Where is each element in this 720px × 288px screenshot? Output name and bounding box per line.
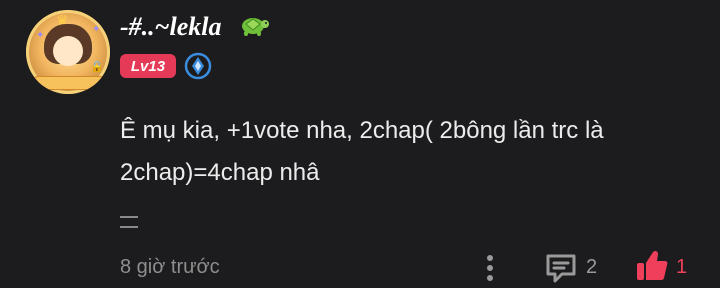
username[interactable]: -#..~lekla (120, 12, 221, 42)
level-badge: Lv13 (120, 54, 176, 78)
like-thumbs-up-icon[interactable] (634, 248, 670, 284)
more-options-icon[interactable] (482, 252, 498, 284)
reply-comment-icon[interactable] (544, 252, 578, 284)
like-count: 1 (676, 256, 688, 278)
comment-timestamp: 8 giờ trước (120, 256, 220, 278)
avatar-frame-band (32, 76, 106, 90)
lock-icon: 🔒 (90, 61, 104, 73)
sparkle-icon: ✦ (36, 30, 45, 41)
avatar-image: ♛ ✦ ✦ 🔒 (26, 10, 110, 94)
sparkle-icon: ✦ (92, 24, 101, 35)
reply-count: 2 (586, 256, 598, 278)
collapse-indicator-icon[interactable] (120, 216, 138, 228)
avatar-face (53, 36, 83, 66)
verified-shield-icon[interactable] (184, 52, 212, 80)
user-avatar[interactable]: ♛ ✦ ✦ 🔒 (26, 10, 110, 94)
turtle-icon (242, 18, 269, 36)
comment-text: Ê mụ kia, +1vote nha, 2chap( 2bông lần t… (120, 117, 604, 186)
